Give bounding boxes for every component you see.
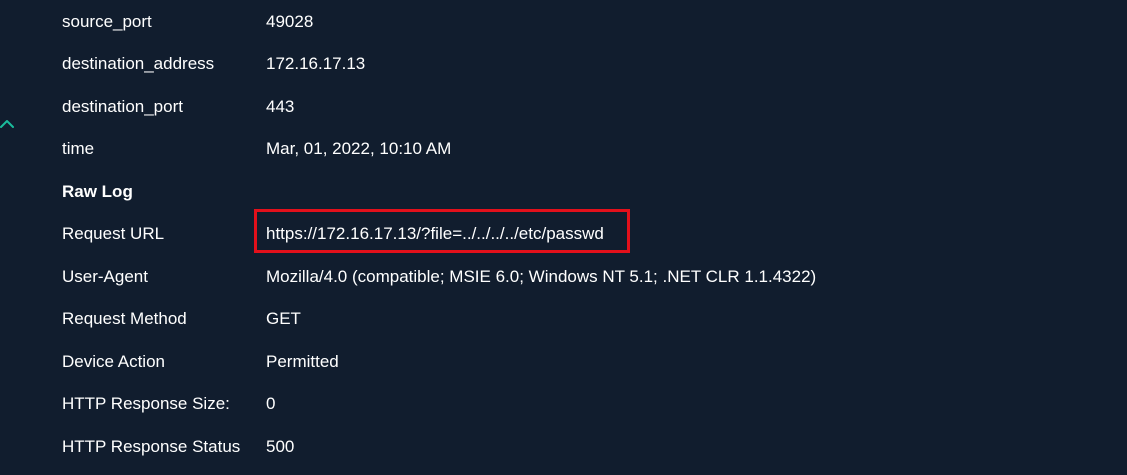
field-key: destination_address: [62, 54, 215, 73]
field-key: source_port: [62, 12, 152, 31]
field-value: 49028: [266, 12, 314, 31]
field-value: Permitted: [266, 352, 339, 371]
field-value: Mar, 01, 2022, 10:10 AM: [266, 139, 452, 158]
field-key: User-Agent: [62, 267, 148, 286]
field-value: 172.16.17.13: [266, 54, 366, 73]
field-key: HTTP Response Size:: [62, 394, 230, 413]
field-value: 0: [266, 394, 276, 413]
field-value: 500: [266, 437, 295, 456]
chevron-up-icon[interactable]: [0, 117, 14, 131]
field-value: 443: [266, 97, 295, 116]
field-key: destination_port: [62, 97, 183, 116]
field-key: HTTP Response Status: [62, 437, 241, 456]
field-key: time: [62, 139, 95, 158]
field-value: Mozilla/4.0 (compatible; MSIE 6.0; Windo…: [266, 267, 817, 286]
field-value: GET: [266, 309, 301, 328]
field-key: Request Method: [62, 309, 187, 328]
field-value: https://172.16.17.13/?file=../../../../e…: [266, 224, 604, 243]
field-key: Device Action: [62, 352, 165, 371]
raw-log-heading: Raw Log: [62, 182, 133, 201]
field-key: Request URL: [62, 224, 165, 243]
